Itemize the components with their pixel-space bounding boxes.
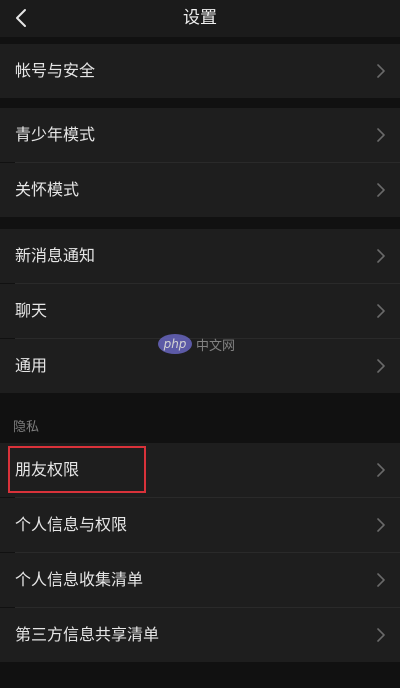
settings-item-label: 个人信息与权限 <box>15 515 128 534</box>
settings-item-label: 帐号与安全 <box>15 61 96 80</box>
settings-item-teen-mode[interactable]: 青少年模式 <box>0 108 400 162</box>
settings-item-notifications[interactable]: 新消息通知 <box>0 229 400 283</box>
settings-item-account-security[interactable]: 帐号与安全 <box>0 44 400 98</box>
page-title: 设置 <box>183 8 217 28</box>
highlight-box <box>8 446 146 493</box>
chevron-right-icon <box>377 249 385 263</box>
settings-item-personal-info-permissions[interactable]: 个人信息与权限 <box>0 498 400 552</box>
chevron-right-icon <box>377 463 385 477</box>
chevron-right-icon <box>377 128 385 142</box>
chevron-right-icon <box>377 64 385 78</box>
settings-item-label: 通用 <box>15 356 48 375</box>
chevron-right-icon <box>377 628 385 642</box>
settings-item-label: 个人信息收集清单 <box>15 570 144 589</box>
settings-item-label: 聊天 <box>15 301 48 320</box>
watermark: php 中文网 <box>158 334 235 354</box>
settings-item-label: 新消息通知 <box>15 246 96 265</box>
chevron-right-icon <box>377 304 385 318</box>
settings-item-personal-info-collection[interactable]: 个人信息收集清单 <box>0 553 400 607</box>
nav-bar: 设置 <box>0 0 400 37</box>
settings-item-label: 关怀模式 <box>15 180 80 199</box>
settings-page: 设置 帐号与安全 青少年模式 关怀模式 新消息通知 聊天 通用 php 中文网 … <box>0 0 400 688</box>
chevron-right-icon <box>377 518 385 532</box>
settings-item-label: 青少年模式 <box>15 125 96 144</box>
section-title-privacy: 隐私 <box>13 420 40 435</box>
settings-item-label: 第三方信息共享清单 <box>15 625 160 644</box>
settings-item-care-mode[interactable]: 关怀模式 <box>0 163 400 217</box>
chevron-right-icon <box>377 359 385 373</box>
settings-item-chat[interactable]: 聊天 <box>0 284 400 338</box>
settings-item-third-party-sharing[interactable]: 第三方信息共享清单 <box>0 608 400 662</box>
chevron-right-icon <box>377 573 385 587</box>
chevron-right-icon <box>377 183 385 197</box>
watermark-text: 中文网 <box>196 338 236 354</box>
watermark-logo: php <box>158 334 192 354</box>
